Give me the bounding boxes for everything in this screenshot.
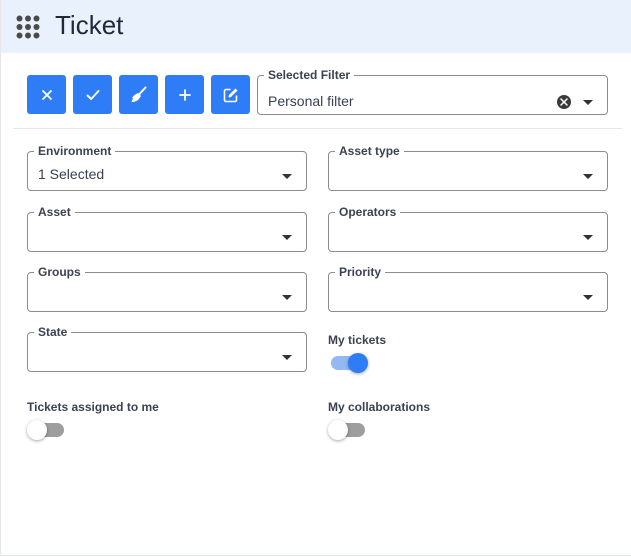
environment-label: Environment bbox=[38, 144, 112, 158]
chevron-down-icon[interactable] bbox=[583, 235, 593, 240]
clear-selection-icon[interactable] bbox=[557, 95, 571, 109]
operators-dropdown[interactable]: Operators bbox=[328, 206, 608, 252]
broom-icon bbox=[131, 86, 146, 102]
toggle-knob bbox=[348, 353, 368, 373]
assigned-to-me-toggle[interactable] bbox=[27, 420, 67, 440]
environment-value: 1 Selected bbox=[38, 166, 105, 182]
groups-dropdown[interactable]: Groups bbox=[27, 266, 307, 312]
asset-type-dropdown[interactable]: Asset type bbox=[328, 145, 608, 191]
state-dropdown[interactable]: State bbox=[27, 326, 307, 372]
selected-filter-value: Personal filter bbox=[268, 93, 354, 109]
close-button[interactable] bbox=[27, 75, 66, 114]
asset-dropdown[interactable]: Asset bbox=[27, 206, 307, 252]
state-label: State bbox=[38, 325, 68, 339]
asset-type-label: Asset type bbox=[339, 144, 400, 158]
priority-dropdown[interactable]: Priority bbox=[328, 266, 608, 312]
edit-icon bbox=[223, 88, 237, 102]
groups-label: Groups bbox=[38, 265, 81, 279]
my-collaborations-label: My collaborations bbox=[328, 400, 431, 414]
plus-icon bbox=[178, 88, 191, 101]
toggle-knob bbox=[328, 420, 348, 440]
chevron-down-icon[interactable] bbox=[282, 174, 292, 179]
toggle-knob bbox=[27, 420, 47, 440]
environment-dropdown[interactable]: Environment 1 Selected bbox=[27, 145, 307, 191]
edit-button[interactable] bbox=[211, 75, 250, 114]
add-button[interactable] bbox=[165, 75, 204, 114]
confirm-button[interactable] bbox=[73, 75, 112, 114]
clear-filters-button[interactable] bbox=[119, 75, 158, 114]
chevron-down-icon[interactable] bbox=[583, 174, 593, 179]
section-divider bbox=[13, 128, 622, 129]
selected-filter-dropdown[interactable]: Selected Filter Personal filter bbox=[257, 69, 608, 115]
page-title: Ticket bbox=[55, 10, 124, 40]
my-tickets-label: My tickets bbox=[328, 333, 387, 347]
operators-label: Operators bbox=[339, 205, 397, 219]
app-header: Ticket bbox=[1, 0, 631, 53]
chevron-down-icon[interactable] bbox=[282, 235, 292, 240]
assigned-to-me-label: Tickets assigned to me bbox=[27, 400, 159, 414]
chevron-down-icon[interactable] bbox=[282, 355, 292, 360]
chevron-down-icon[interactable] bbox=[583, 100, 593, 105]
close-icon bbox=[41, 89, 52, 100]
apps-grid-icon[interactable] bbox=[16, 15, 40, 39]
priority-label: Priority bbox=[339, 265, 382, 279]
my-tickets-toggle[interactable] bbox=[328, 353, 368, 373]
my-collaborations-toggle[interactable] bbox=[328, 420, 368, 440]
asset-label: Asset bbox=[38, 205, 71, 219]
chevron-down-icon[interactable] bbox=[583, 295, 593, 300]
chevron-down-icon[interactable] bbox=[282, 295, 292, 300]
selected-filter-label: Selected Filter bbox=[268, 68, 351, 82]
check-icon bbox=[86, 89, 99, 100]
